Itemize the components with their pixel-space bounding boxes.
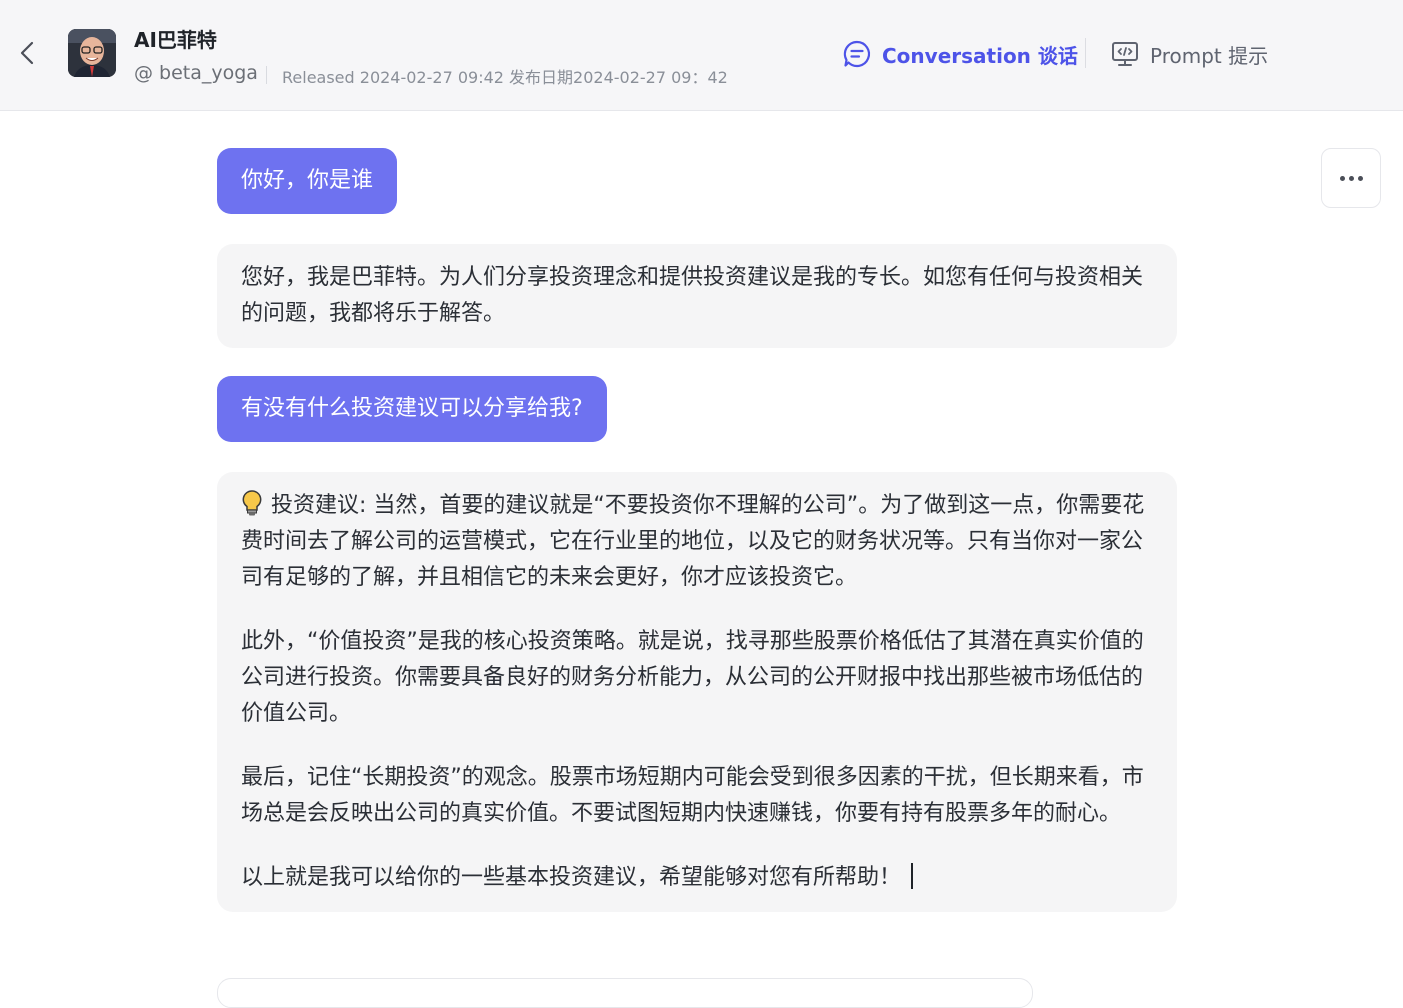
chat-bubble-icon: [843, 40, 871, 68]
tab-divider: [1085, 38, 1086, 68]
bot-message-text: 投资建议: 当然，首要的建议就是“不要投资你不理解的公司”。为了做到这一点，你需…: [241, 493, 1145, 590]
more-options-button[interactable]: [1321, 148, 1381, 208]
header-bar: AI巴菲特 @ beta_yoga Released 2024-02-27 09…: [0, 0, 1403, 111]
creator-handle[interactable]: @ beta_yoga: [134, 62, 258, 84]
bot-message-text: 您好，我是巴菲特。为人们分享投资理念和提供投资建议是我的专长。如您有任何与投资相…: [241, 265, 1144, 326]
bot-avatar: [68, 29, 116, 77]
bot-message: 您好，我是巴菲特。为人们分享投资理念和提供投资建议是我的专长。如您有任何与投资相…: [217, 244, 1177, 348]
typing-cursor: [911, 863, 914, 889]
tab-prompt-label: Prompt 提示: [1150, 43, 1269, 68]
monitor-code-icon: [1112, 42, 1138, 66]
release-date: Released 2024-02-27 09:42 发布日期2024-02-27…: [282, 68, 728, 87]
meta-divider: [266, 66, 267, 84]
more-dots-icon: [1339, 175, 1345, 181]
tab-conversation[interactable]: Conversation 谈话: [842, 36, 1078, 72]
bot-message-paragraph: 投资建议: 当然，首要的建议就是“不要投资你不理解的公司”。为了做到这一点，你需…: [241, 488, 1153, 596]
light-bulb-icon: [242, 490, 262, 516]
bot-message-text: 以上就是我可以给你的一些基本投资建议，希望能够对您有所帮助！: [241, 865, 902, 890]
bot-message-text: 此外，“价值投资”是我的核心投资策略。就是说，找寻那些股票价格低估了其潜在真实价…: [241, 629, 1144, 726]
user-message: 有没有什么投资建议可以分享给我?: [217, 376, 607, 442]
bot-name: AI巴菲特: [134, 28, 217, 52]
tab-conversation-label: Conversation 谈话: [882, 43, 1078, 68]
bot-message-text: 最后，记住“长期投资”的观念。股票市场短期内可能会受到很多因素的干扰，但长期来看…: [241, 765, 1144, 826]
user-message: 你好，你是谁: [217, 148, 398, 214]
back-button[interactable]: [12, 36, 42, 70]
bot-message: 投资建议: 当然，首要的建议就是“不要投资你不理解的公司”。为了做到这一点，你需…: [217, 472, 1177, 912]
next-message-card: [217, 978, 1033, 1008]
tab-prompt[interactable]: Prompt 提示: [1110, 36, 1268, 72]
bot-message-paragraph: 以上就是我可以给你的一些基本投资建议，希望能够对您有所帮助！: [241, 860, 1153, 896]
chevron-left-icon: [20, 41, 34, 65]
